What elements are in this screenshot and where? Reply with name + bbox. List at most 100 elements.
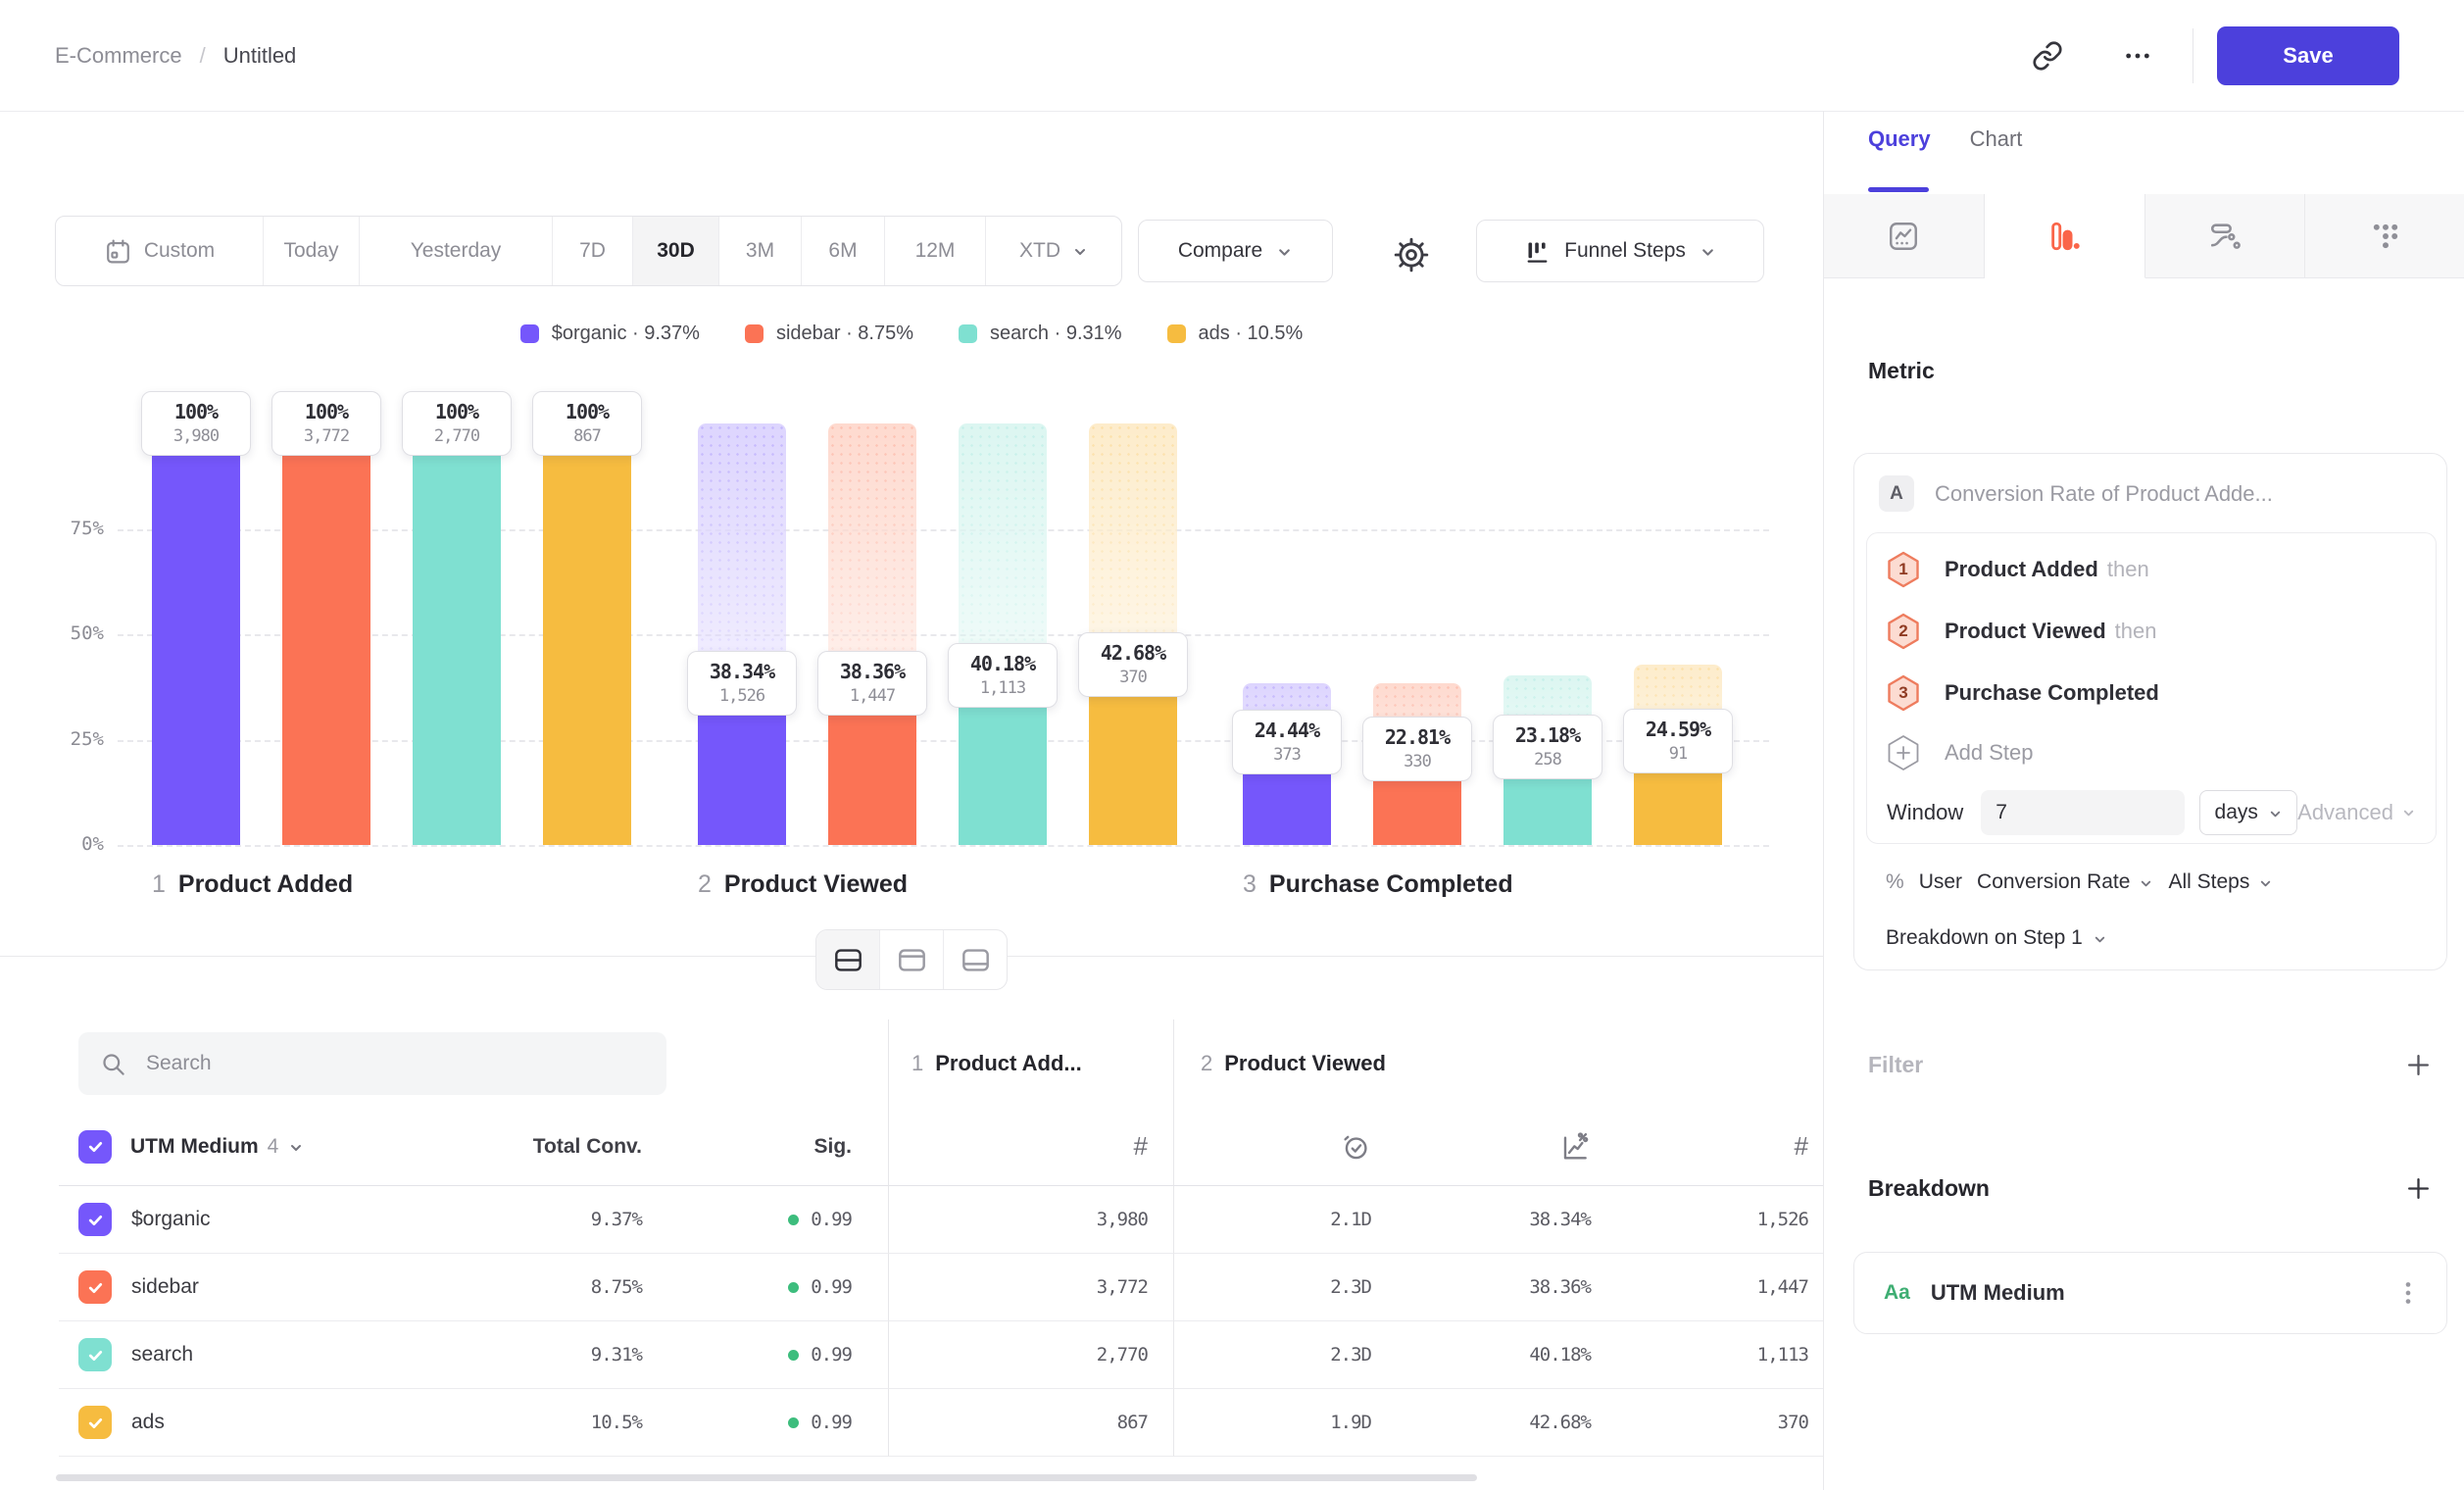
table-row-name-cell[interactable]: search [59,1321,441,1389]
layout-split-button[interactable] [816,930,880,989]
total-conv-value: 9.37% [591,1209,642,1230]
bar-value-label: 38.34%1,526 [687,651,797,716]
funnel-step-1[interactable]: 1Product Addedthen [1887,538,2416,600]
metric-badge: A [1879,475,1914,512]
chevron-down-icon [2401,806,2416,820]
breakdown-column-header[interactable]: UTM Medium4 [59,1108,441,1186]
funnel-steps-list: 1Product Addedthen2Product Viewedthen3Pu… [1887,538,2416,723]
chart-type-flows[interactable] [2145,194,2306,278]
step1-group-title: 1Product Add... [912,1051,1082,1076]
funnel-bar-search-step1[interactable] [413,423,501,845]
step2-count-cell: 1,526 [1605,1186,1823,1254]
measure-scope-dropdown[interactable]: All Steps [2168,870,2273,894]
search-icon [100,1051,126,1077]
chart-type-funnel[interactable] [1985,194,2145,278]
breadcrumb-separator: / [200,43,206,69]
step1-count-column-header[interactable]: # [889,1108,1174,1186]
measure-entity[interactable]: User [1919,870,1962,894]
step2-conv-rate-column-header[interactable] [1386,1108,1605,1186]
search-box [78,1032,666,1095]
sig-column-header[interactable]: Sig. [642,1108,889,1186]
table-row-name-cell[interactable]: sidebar [59,1254,441,1321]
table-row-name-cell[interactable]: $organic [59,1186,441,1254]
funnel-bar-sidebar-step1[interactable] [282,423,370,845]
funnel-step-3[interactable]: 3Purchase Completed [1887,662,2416,723]
avg-time-to-convert-icon [1340,1131,1371,1163]
sig-cell: 0.99 [642,1389,889,1457]
select-all-checkbox[interactable] [78,1130,112,1164]
more-options-button[interactable] [2112,30,2163,81]
row-checkbox[interactable] [78,1203,112,1236]
breadcrumb-project[interactable]: E-Commerce [55,43,182,69]
count-icon: # [1134,1131,1148,1162]
sig-value: 0.99 [811,1412,852,1433]
funnel-icon [2047,220,2081,253]
kebab-menu-icon[interactable] [2395,1278,2421,1308]
step2-count-column-header[interactable]: # [1605,1108,1823,1186]
chart-type-strip [1824,194,2464,278]
filter-section: Filter [1868,1052,2432,1078]
bar-count: 1,113 [961,678,1045,698]
measure-type-dropdown[interactable]: Conversion Rate [1977,870,2153,894]
table-row-name-cell[interactable]: ads [59,1389,441,1457]
significance-dot [788,1350,799,1361]
layout-table-only-button[interactable] [944,930,1007,989]
funnel-steps-card: 1Product Addedthen2Product Viewedthen3Pu… [1866,532,2437,844]
step2-count-value: 370 [1778,1412,1808,1433]
add-breakdown-button[interactable] [2405,1175,2432,1202]
search-input[interactable] [144,1051,618,1076]
funnel-step-2[interactable]: 2Product Viewedthen [1887,600,2416,662]
window-unit-label: days [2215,801,2258,824]
breakdown-on-step-dropdown[interactable]: Breakdown on Step 1 [1886,926,2107,950]
tab-query[interactable]: Query [1868,126,1931,166]
window-value-input[interactable] [1981,790,2185,835]
horizontal-scrollbar[interactable] [56,1474,1477,1481]
row-checkbox[interactable] [78,1406,112,1439]
step2-time-cell: 2.3D [1174,1254,1386,1321]
step-axis-label: 2Product Viewed [698,870,908,899]
save-button[interactable]: Save [2217,26,2399,85]
count-icon: # [1795,1131,1808,1162]
step2-time-column-header[interactable] [1174,1108,1386,1186]
breakdown-item-utm-medium[interactable]: Aa UTM Medium [1853,1252,2447,1334]
panel-top-icon [897,947,927,973]
add-filter-button[interactable] [2405,1052,2432,1078]
metric-summary-row[interactable]: A Conversion Rate of Product Adde... [1879,475,2273,512]
step1-column-group-header: 1Product Add... [889,1019,1174,1108]
chevron-down-icon [2093,932,2107,947]
chart-type-retention[interactable] [2305,194,2464,278]
funnel-bar-ads-step1[interactable] [543,423,631,845]
row-checkbox[interactable] [78,1270,112,1304]
step2-time-cell: 2.3D [1174,1321,1386,1389]
bar-count: 330 [1375,752,1459,771]
step-name: Purchase Completed [1269,870,1513,899]
y-axis-tick-label: 50% [0,622,104,644]
bar-value-label: 24.44%373 [1232,710,1342,774]
step2-conv-cell: 38.34% [1386,1186,1605,1254]
step2-time-cell: 2.1D [1174,1186,1386,1254]
step-number-hexagon-badge: 3 [1887,674,1920,712]
add-step-label: Add Step [1945,740,2034,766]
window-label: Window [1887,800,1963,825]
funnel-bar-organic-step1[interactable] [152,423,240,845]
advanced-label: Advanced [2297,800,2393,825]
add-step-button[interactable]: Add Step [1887,723,2416,782]
bar-conversion-pct: 38.36% [830,660,914,683]
measurement-row: % User Conversion Rate All Steps [1886,870,2273,894]
gridline [118,845,1769,847]
breadcrumb-report-title[interactable]: Untitled [223,43,297,69]
conversion-rate-icon [1559,1131,1591,1163]
row-checkbox[interactable] [78,1338,112,1371]
layout-chart-only-button[interactable] [880,930,944,989]
bar-count: 373 [1245,745,1329,765]
total-conv-column-header[interactable]: Total Conv. [441,1108,642,1186]
step2-count-cell: 1,447 [1605,1254,1823,1321]
tab-chart[interactable]: Chart [1970,126,2023,166]
bar-count: 370 [1091,668,1175,687]
advanced-toggle[interactable]: Advanced [2297,800,2416,825]
window-unit-dropdown[interactable]: days [2199,790,2297,835]
step2-count-value: 1,447 [1757,1276,1808,1298]
step2-conv-cell: 38.36% [1386,1254,1605,1321]
share-link-button[interactable] [2022,30,2073,81]
chart-type-insights[interactable] [1824,194,1985,278]
